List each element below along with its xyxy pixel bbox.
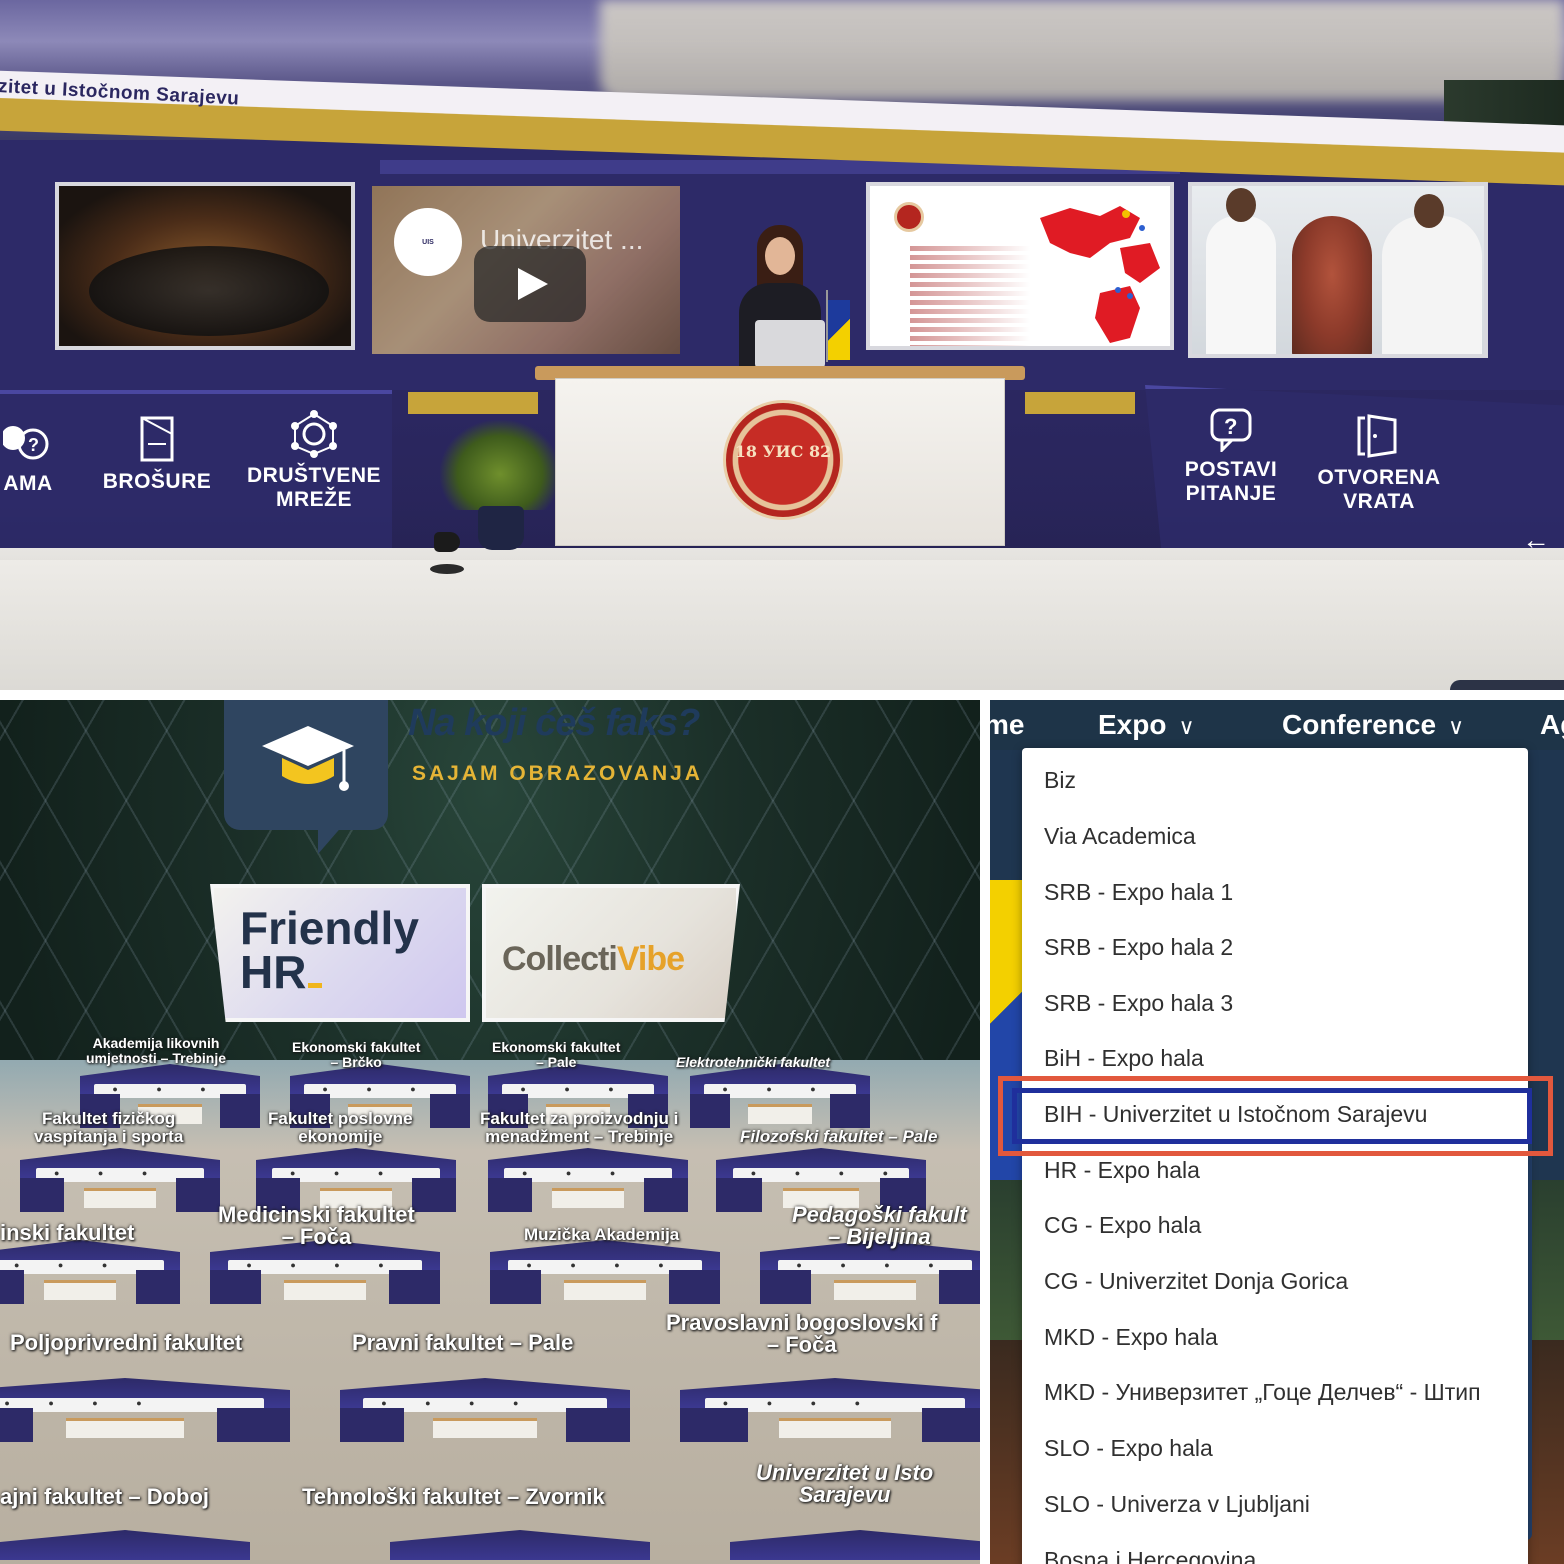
sponsor-booth-collectivibe[interactable]: CollectiVibe xyxy=(482,884,740,1022)
sponsor-booth-friendly-hr[interactable]: Friendly HR xyxy=(210,884,470,1022)
dropdown-item-slo-expo-hala[interactable]: SLO - Expo hala xyxy=(1044,1420,1213,1476)
booth-floor xyxy=(0,548,1564,690)
laptop-icon xyxy=(755,320,825,368)
faculty-booth[interactable] xyxy=(760,1240,980,1320)
chevron-down-icon: ∨ xyxy=(1448,714,1465,739)
dropdown-item-via-academica[interactable]: Via Academica xyxy=(1044,808,1196,864)
booth-label[interactable]: ajni fakultet – Doboj xyxy=(0,1486,209,1508)
screen-video[interactable]: UIS Univerzitet ... xyxy=(368,182,684,358)
selection-highlight-inner xyxy=(1012,1088,1532,1144)
network-icon xyxy=(291,410,337,458)
booth-label[interactable]: Medicinski fakultet – Foča xyxy=(218,1204,415,1248)
corner-control[interactable] xyxy=(1450,680,1564,690)
faculty-booth[interactable] xyxy=(490,1240,720,1320)
dropdown-item-mkd-expo-hala[interactable]: MKD - Expo hala xyxy=(1044,1309,1218,1365)
booth-button-postavi-pitanje[interactable]: ? POSTAVI PITANJE xyxy=(1176,406,1286,506)
booth-label[interactable]: Univerzitet u Isto Sarajevu xyxy=(756,1462,933,1506)
brochure-icon xyxy=(140,416,174,462)
faculty-booth[interactable] xyxy=(488,1148,688,1214)
question-bubbles-icon: ? xyxy=(3,426,49,460)
faculty-booth[interactable] xyxy=(390,1530,650,1564)
megaphone-icon[interactable] xyxy=(430,532,464,576)
booth-label[interactable]: Fakultet poslovne ekonomije xyxy=(268,1110,413,1146)
booth-label[interactable]: Filozofski fakultet – Pale xyxy=(740,1128,937,1146)
faculty-booth[interactable] xyxy=(0,1240,180,1320)
booth-button-brosure[interactable]: BROŠURE xyxy=(92,414,222,494)
bih-flag-icon xyxy=(828,300,850,360)
booth-label[interactable]: Poljoprivredni fakultet xyxy=(10,1332,242,1354)
hall-title: Na koji ćeš faks? xyxy=(408,702,700,744)
nav-agenda[interactable]: Ag xyxy=(1540,709,1564,741)
potted-plant xyxy=(440,420,560,550)
top-navbar: me Expo∨ Conference∨ Ag xyxy=(990,700,1564,750)
booth-label[interactable]: Pravoslavni bogoslovski f – Foča xyxy=(666,1312,937,1356)
faculty-booth[interactable] xyxy=(340,1378,630,1468)
booth-label[interactable]: Ekonomski fakultet – Brčko xyxy=(292,1040,420,1070)
screen-photo-concert[interactable] xyxy=(55,182,355,350)
faculty-booth[interactable] xyxy=(0,1378,290,1468)
anatomy-model-image xyxy=(1292,216,1372,354)
booth-label[interactable]: Muzička Akademija xyxy=(524,1226,679,1244)
dropdown-item-cg-univerzitet-donja-gorica[interactable]: CG - Univerzitet Donja Gorica xyxy=(1044,1253,1348,1309)
virtual-booth-scene: zitet u Istočnom Sarajevu UIS Univerzite… xyxy=(0,0,1564,690)
friendly-hr-logo: Friendly HR xyxy=(240,902,419,998)
graduation-cap-icon xyxy=(262,726,354,791)
faculty-booth[interactable] xyxy=(20,1148,220,1214)
back-arrow-icon[interactable]: ← xyxy=(1522,524,1550,556)
booth-label[interactable]: Pravni fakultet – Pale xyxy=(352,1332,573,1354)
channel-logo: UIS xyxy=(394,208,462,276)
nav-expo[interactable]: Expo ∨ xyxy=(1098,709,1195,741)
booth-label[interactable]: Fakultet fizičkog vaspitanja i sporta xyxy=(34,1110,183,1146)
hall-subtitle: SAJAM OBRAZOVANJA xyxy=(412,762,703,785)
dropdown-item-cg-expo-hala[interactable]: CG - Expo hala xyxy=(1044,1197,1201,1253)
blurred-background xyxy=(600,0,1564,100)
booth-button-drustvene-mreze[interactable]: DRUŠTVENE MREŽE xyxy=(244,410,384,512)
dropdown-item-bosna-i-hercegovina[interactable]: Bosna i Hercegovina xyxy=(1044,1532,1256,1564)
screen-anatomy-lab[interactable] xyxy=(1188,182,1488,358)
dropdown-item-biz[interactable]: Biz xyxy=(1044,752,1076,808)
booth-button-otvorena-vrata[interactable]: OTVORENA VRATA xyxy=(1304,412,1454,514)
faculty-booth[interactable] xyxy=(210,1240,440,1320)
booth-label[interactable]: Ekonomski fakultet – Pale xyxy=(492,1040,620,1070)
booth-label[interactable]: Tehnološki fakultet – Zvornik xyxy=(302,1486,605,1508)
dropdown-item-srb-expo-hala-2[interactable]: SRB - Expo hala 2 xyxy=(1044,919,1233,975)
faculty-booth[interactable] xyxy=(0,1530,250,1564)
audience-image xyxy=(89,246,329,336)
navigation-pane: me Expo∨ Conference∨ Ag Biz Via Academic… xyxy=(990,700,1564,1564)
dropdown-item-mkd-univerzitet-stip[interactable]: MKD - Универзитет „Гоце Делчев“ - Штип xyxy=(1044,1364,1481,1420)
nav-conference[interactable]: Conference ∨ xyxy=(1282,709,1464,741)
university-seal-icon xyxy=(894,202,924,232)
door-icon xyxy=(1357,414,1397,458)
booth-label[interactable]: Elektrotehnički fakultet xyxy=(676,1055,830,1070)
university-seal-icon: 18 УИС 82 xyxy=(723,400,843,520)
screen-faculties-map[interactable] xyxy=(866,182,1174,350)
svg-text:?: ? xyxy=(1224,414,1238,439)
booth-label[interactable]: inski fakultet xyxy=(0,1222,134,1244)
booth-label[interactable]: Pedagoški fakult – Bijeljina xyxy=(792,1204,967,1248)
svg-text:?: ? xyxy=(28,435,40,455)
dropdown-item-srb-expo-hala-3[interactable]: SRB - Expo hala 3 xyxy=(1044,975,1233,1031)
region-map-icon xyxy=(1040,206,1160,343)
faculty-list-lines xyxy=(910,246,1030,346)
chevron-down-icon: ∨ xyxy=(1178,714,1195,739)
dropdown-item-srb-expo-hala-1[interactable]: SRB - Expo hala 1 xyxy=(1044,864,1233,920)
dropdown-item-slo-univerza-ljubljana[interactable]: SLO - Univerza v Ljubljani xyxy=(1044,1476,1310,1532)
collectivibe-logo: CollectiVibe xyxy=(502,940,685,978)
booth-label[interactable]: Fakultet za proizvodnju i menadžment – T… xyxy=(480,1110,678,1146)
nav-home[interactable]: me xyxy=(990,709,1024,741)
expo-dropdown-menu: Biz Via Academica SRB - Expo hala 1 SRB … xyxy=(1022,748,1528,1564)
question-icon: ? xyxy=(1210,408,1252,452)
faculty-booth[interactable] xyxy=(730,1530,980,1564)
booth-label[interactable]: Akademija likovnih umjetnosti – Trebinje xyxy=(86,1036,226,1066)
play-button-icon[interactable] xyxy=(474,246,586,322)
faculty-booth[interactable] xyxy=(690,1064,870,1130)
expo-hall-scene: Na koji ćeš faks? SAJAM OBRAZOVANJA Frie… xyxy=(0,700,980,1564)
booth-button-ama[interactable]: ? AMA xyxy=(0,420,68,496)
faculty-booth[interactable] xyxy=(680,1378,980,1468)
